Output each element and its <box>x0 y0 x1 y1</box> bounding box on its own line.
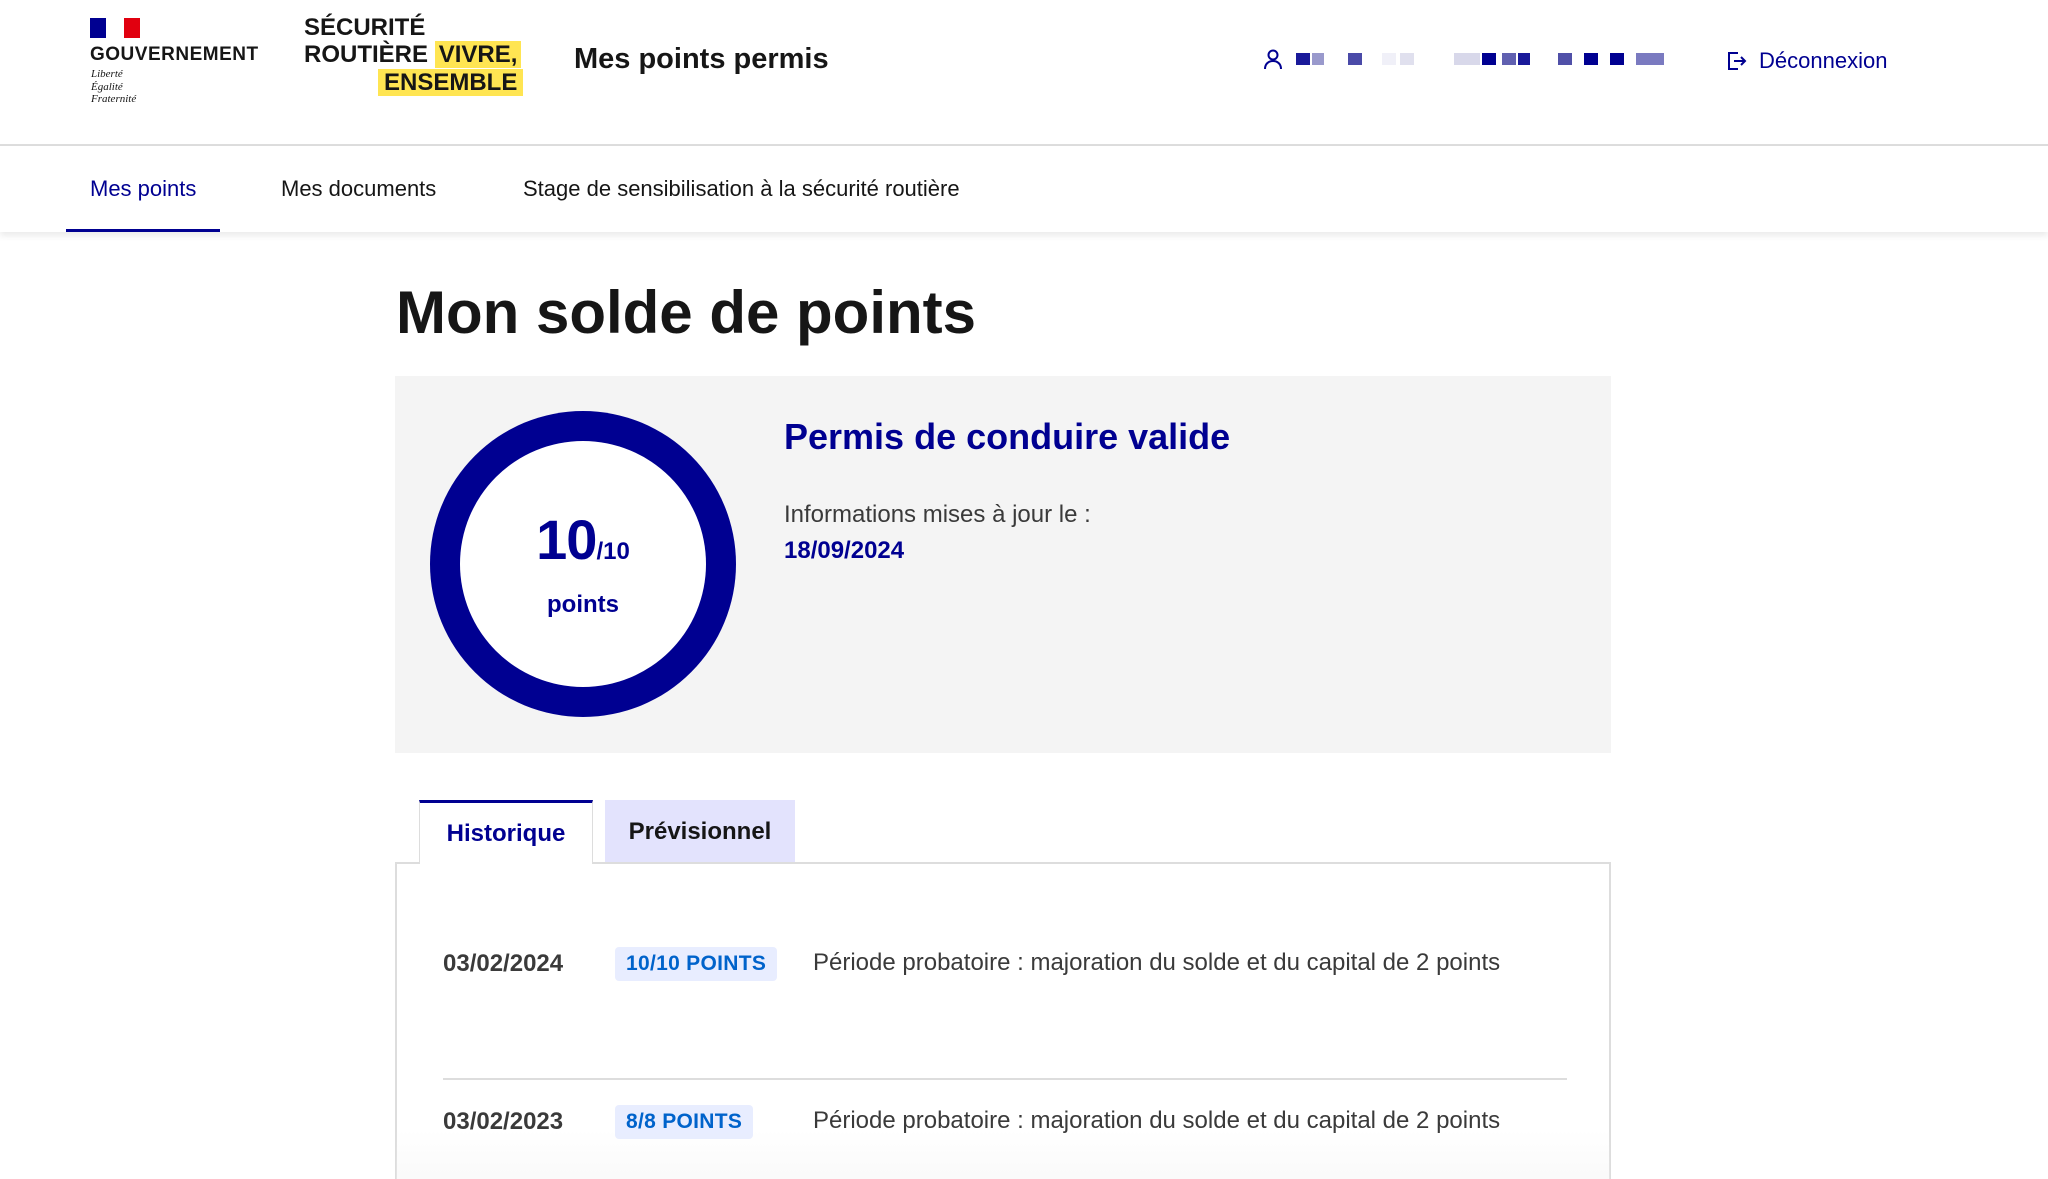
user-account[interactable] <box>1262 48 1666 70</box>
points-badge: 8/8 POINTS <box>615 1105 754 1139</box>
updated-label: Informations mises à jour le : <box>784 501 1091 528</box>
sr-logo-line3: ENSEMBLE <box>378 69 524 96</box>
history-tabs: Historique Prévisionnel <box>395 800 1611 864</box>
points-donut-center: 10/10 points <box>460 441 706 687</box>
history-row: 03/02/2024 10/10 POINTS Période probatoi… <box>443 947 1567 1080</box>
sr-logo-line2: ROUTIÈRE VIVRE, <box>304 41 522 68</box>
sr-logo-line1: SÉCURITÉ <box>304 14 426 41</box>
points-score: 10/10 <box>460 507 706 572</box>
history-date: 03/02/2023 <box>443 1108 564 1135</box>
gov-title: GOUVERNEMENT <box>90 44 259 65</box>
license-status: Permis de conduire valide <box>784 416 1231 457</box>
tab-historique[interactable]: Historique <box>419 800 593 864</box>
page-title: Mon solde de points <box>396 279 976 346</box>
history-date: 03/02/2024 <box>443 950 564 977</box>
logout-label: Déconnexion <box>1759 48 1888 73</box>
points-score-value: 10 <box>536 508 597 571</box>
government-logo[interactable]: GOUVERNEMENT Liberté Égalité Fraternité <box>90 18 260 108</box>
updated-date: 18/09/2024 <box>784 537 905 564</box>
main-navigation: Mes points Mes documents Stage de sensib… <box>0 146 2048 232</box>
logout-button[interactable]: Déconnexion <box>1725 48 1887 74</box>
gov-motto: Liberté Égalité Fraternité <box>91 68 137 105</box>
user-icon <box>1264 49 1282 70</box>
logout-icon <box>1728 52 1747 70</box>
tab-previsionnel[interactable]: Prévisionnel <box>605 800 795 863</box>
history-row: 03/02/2023 8/8 POINTS Période probatoire… <box>443 1080 1567 1179</box>
nav-item-stage-sensibilisation[interactable]: Stage de sensibilisation à la sécurité r… <box>499 146 984 232</box>
history-description: Période probatoire : majoration du solde… <box>813 949 1501 976</box>
french-flag-icon <box>90 18 140 38</box>
points-balance-card: 10/10 points Permis de conduire valide I… <box>395 376 1611 753</box>
securite-routiere-logo[interactable]: SÉCURITÉ ROUTIÈRE VIVRE, ENSEMBLE <box>304 14 526 98</box>
nav-item-mes-documents[interactable]: Mes documents <box>257 146 460 232</box>
user-name-redacted <box>1296 53 1666 65</box>
points-unit-label: points <box>547 591 619 618</box>
points-donut-chart: 10/10 points <box>430 411 736 717</box>
history-description: Période probatoire : majoration du solde… <box>813 1107 1501 1134</box>
service-title[interactable]: Mes points permis <box>574 43 829 76</box>
points-score-max: /10 <box>596 538 630 565</box>
nav-item-mes-points[interactable]: Mes points <box>66 146 221 232</box>
history-panel: 03/02/2024 10/10 POINTS Période probatoi… <box>395 862 1611 1179</box>
site-header: GOUVERNEMENT Liberté Égalité Fraternité … <box>0 0 2048 146</box>
points-badge: 10/10 POINTS <box>615 947 778 981</box>
